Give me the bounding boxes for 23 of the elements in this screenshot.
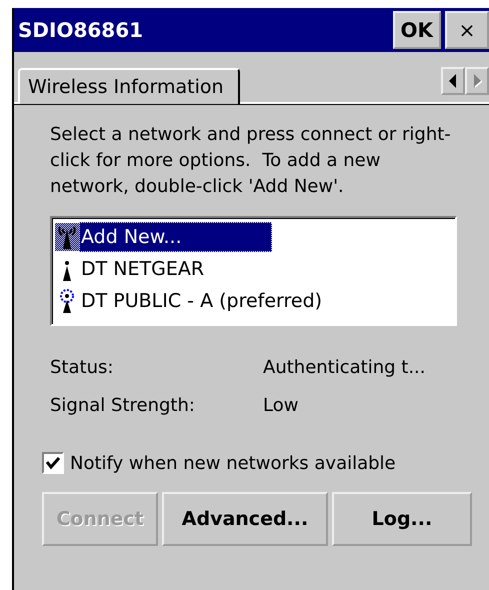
instructions-text: Select a network and press connect or right-click for more options. To add a new network, double-click 'Add New'. [50, 123, 452, 199]
left-arrow-icon [448, 74, 458, 88]
info-value: Low [263, 394, 300, 418]
window-title: SDIO86861 [18, 18, 144, 42]
antenna-icon [58, 226, 76, 249]
network-list[interactable]: Add New... DT NETGEAR DT PUBLIC - A (preferred) [50, 216, 457, 326]
tab[interactable]: Wireless Information [18, 68, 240, 104]
notify-checkbox[interactable] [42, 452, 64, 474]
info-value: Authenticating t... [263, 356, 426, 380]
antenna-icon [63, 261, 71, 281]
network-item[interactable]: Add New... [79, 222, 272, 252]
scroll-left-button[interactable] [441, 67, 465, 95]
antenna-icon [60, 289, 74, 313]
close-button[interactable]: × [445, 11, 489, 49]
ok-button[interactable]: OK [392, 11, 441, 49]
action-button[interactable]: Log... [332, 492, 472, 546]
info-label: Status: [50, 356, 114, 380]
notify-label: Notify when new networks available [70, 452, 396, 474]
network-item[interactable]: DT PUBLIC - A (preferred) [79, 286, 324, 316]
action-button[interactable]: Advanced... [162, 492, 328, 546]
info-label: Signal Strength: [50, 394, 196, 418]
network-item[interactable]: DT NETGEAR [79, 254, 206, 284]
right-arrow-icon [472, 74, 482, 88]
